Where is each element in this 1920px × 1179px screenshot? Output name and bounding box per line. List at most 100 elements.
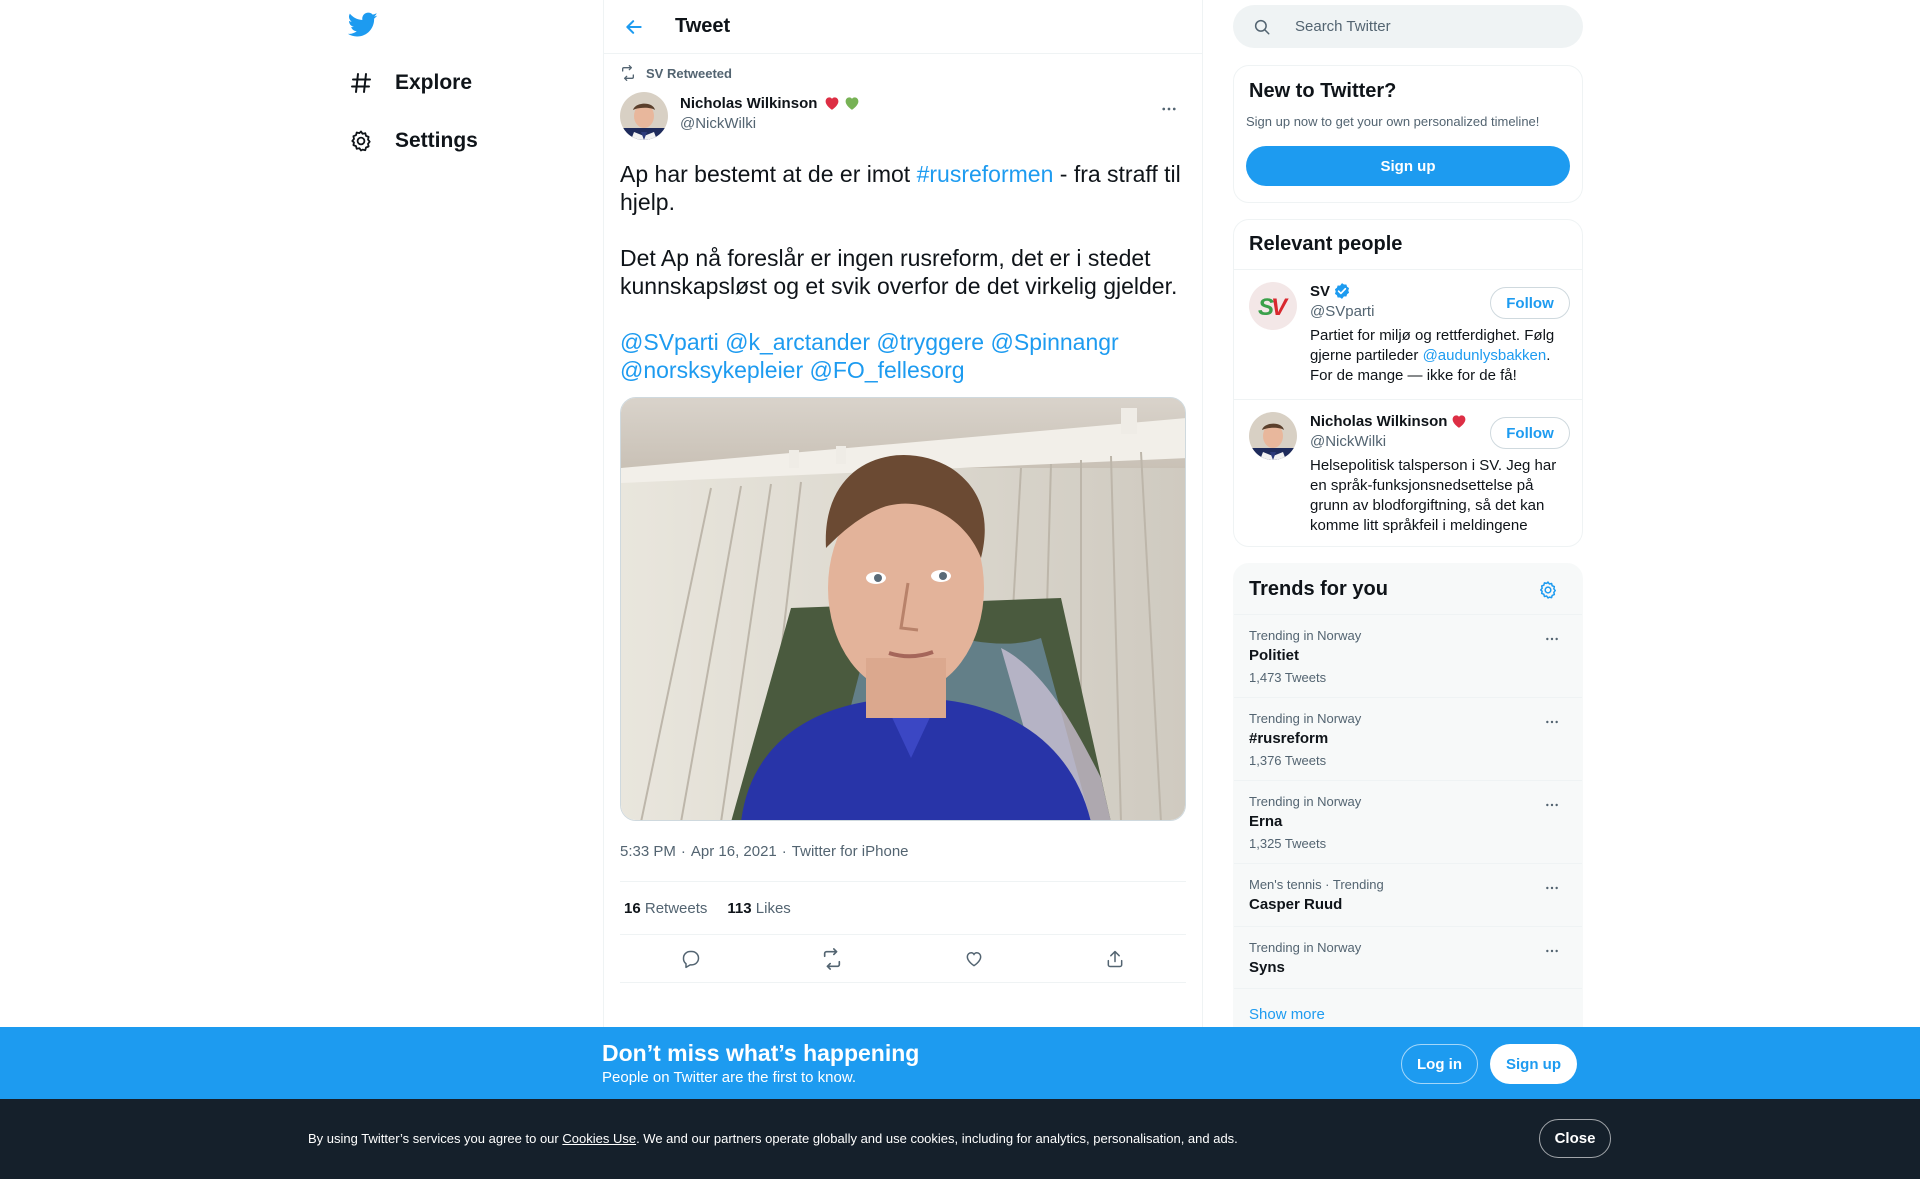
cookies-use-link[interactable]: Cookies Use — [562, 1131, 636, 1146]
retweets-label: Retweets — [644, 899, 708, 917]
search-icon — [1253, 18, 1271, 36]
likes-stat[interactable]: 113 Likes — [727, 900, 790, 917]
retweet-icon[interactable] — [814, 941, 850, 977]
search-input[interactable] — [1295, 18, 1555, 35]
trend-name: Syns — [1249, 959, 1285, 976]
tweet-source[interactable]: Twitter for iPhone — [792, 843, 909, 865]
more-options-icon[interactable] — [1152, 92, 1186, 126]
tweet-meta: 5:33 PM · Apr 16, 2021 · Twitter for iPh… — [620, 843, 1186, 865]
sidebar-signup-button[interactable]: Sign up — [1246, 146, 1570, 186]
person-name: SV — [1310, 282, 1331, 300]
person-item[interactable]: SV SV @SVparti Follow Partiet for miljø … — [1234, 269, 1582, 399]
relevant-people-title: Relevant people — [1249, 233, 1403, 255]
mention-link[interactable]: @norsksykepleier — [620, 357, 803, 383]
login-button[interactable]: Log in — [1401, 1044, 1478, 1084]
tweet-date[interactable]: Apr 16, 2021 — [691, 843, 777, 865]
bio-mention-link[interactable]: @audunlysbakken — [1423, 347, 1547, 364]
trend-item[interactable]: Trending in Norway #rusreform 1,376 Twee… — [1234, 697, 1582, 780]
tweet-stats: 16 Retweets 113 Likes — [620, 881, 1186, 935]
cookie-close-button[interactable]: Close — [1539, 1119, 1611, 1158]
trend-category: Trending in Norway — [1249, 940, 1362, 955]
follow-button[interactable]: Follow — [1490, 287, 1570, 319]
trends-settings-gear-icon[interactable] — [1536, 578, 1560, 602]
twitter-logo-icon[interactable] — [347, 12, 380, 40]
retweeted-by-label: SV Retweeted — [646, 65, 732, 81]
mention-link[interactable]: @Spinnangr — [991, 329, 1119, 355]
person-avatar[interactable] — [1249, 412, 1297, 460]
trend-item[interactable]: Trending in Norway Erna 1,325 Tweets — [1234, 780, 1582, 863]
tweet-text-part: Ap har bestemt at de er imot — [620, 161, 917, 187]
share-icon[interactable] — [1097, 941, 1133, 977]
author-avatar[interactable] — [620, 92, 668, 140]
verified-badge-icon — [1333, 282, 1351, 300]
tweet: SV Retweeted Nicholas Wilkinson @NickWil… — [604, 54, 1202, 983]
relevant-people-card: Relevant people SV SV @SVparti Follow Pa… — [1233, 219, 1583, 547]
hashtag-icon — [348, 70, 374, 96]
more-options-icon[interactable] — [1538, 708, 1566, 736]
likes-label: Likes — [755, 899, 791, 917]
hashtag-link[interactable]: #rusreformen — [917, 161, 1054, 187]
person-handle: @NickWilki — [1310, 433, 1387, 450]
trend-category: Men's tennis · Trending — [1249, 877, 1384, 892]
back-arrow-icon[interactable] — [616, 9, 652, 45]
banner-title: Don’t miss what’s happening — [602, 1040, 920, 1066]
mention-link[interactable]: @tryggere — [876, 329, 984, 355]
reply-icon[interactable] — [673, 941, 709, 977]
tweet-author: Nicholas Wilkinson @NickWilki — [620, 92, 1186, 146]
more-options-icon[interactable] — [1538, 874, 1566, 902]
trends-title: Trends for you — [1249, 578, 1388, 600]
svg-text:V: V — [1271, 294, 1289, 321]
trend-item[interactable]: Trending in Norway Politiet 1,473 Tweets — [1234, 614, 1582, 697]
retweets-stat[interactable]: 16 Retweets — [624, 900, 707, 917]
meta-separator: · — [781, 843, 787, 860]
search-box[interactable] — [1233, 5, 1583, 48]
main-column: Tweet SV Retweeted Nicholas Wilkinson @N… — [603, 0, 1203, 1179]
nav-explore-label: Explore — [395, 71, 473, 94]
tweet-photo[interactable] — [620, 397, 1186, 821]
like-heart-icon[interactable] — [956, 941, 992, 977]
author-info: Nicholas Wilkinson @NickWilki — [680, 92, 861, 146]
likes-count: 113 — [727, 899, 752, 917]
person-item[interactable]: Nicholas Wilkinson @NickWilki Follow Hel… — [1234, 399, 1582, 546]
more-options-icon[interactable] — [1538, 937, 1566, 965]
show-more-link[interactable]: Show more — [1249, 1006, 1325, 1023]
nav-settings[interactable]: Settings — [348, 121, 478, 161]
tweet-time[interactable]: 5:33 PM — [620, 843, 676, 865]
trend-count: 1,376 Tweets — [1249, 753, 1327, 768]
cookie-text-part: . We and our partners operate globally a… — [636, 1131, 1238, 1146]
trend-name: Politiet — [1249, 647, 1300, 664]
mention-link[interactable]: @SVparti — [620, 329, 719, 355]
author-name-row[interactable]: Nicholas Wilkinson — [680, 92, 861, 114]
person-bio: Helsepolitisk talsperson i SV. Jeg har e… — [1310, 457, 1557, 534]
signup-banner: Don’t miss what’s happening People on Tw… — [0, 1027, 1920, 1099]
author-handle[interactable]: @NickWilki — [680, 115, 861, 132]
retweeted-by[interactable]: SV Retweeted — [620, 54, 1186, 92]
trend-name: Erna — [1249, 813, 1283, 830]
tweet-actions — [620, 935, 1186, 983]
retweets-count: 16 — [624, 899, 641, 917]
trend-item[interactable]: Trending in Norway Syns — [1234, 926, 1582, 989]
new-to-twitter-card: New to Twitter? Sign up now to get your … — [1233, 65, 1583, 203]
trend-category: Trending in Norway — [1249, 628, 1362, 643]
cookie-text: By using Twitter’s services you agree to… — [308, 1131, 1238, 1146]
green-heart-emoji — [843, 94, 861, 112]
tweet-header: Tweet — [604, 0, 1202, 54]
more-options-icon[interactable] — [1538, 791, 1566, 819]
trends-card: Trends for you Trending in Norway Politi… — [1233, 563, 1583, 1043]
follow-button[interactable]: Follow — [1490, 417, 1570, 449]
person-bio: Partiet for miljø og rettferdighet. Følg… — [1310, 326, 1560, 386]
red-heart-emoji — [1450, 412, 1468, 430]
app: Explore Settings Tweet SV Retweeted Nich… — [0, 0, 1920, 1179]
person-name-row: SV — [1310, 282, 1351, 300]
more-options-icon[interactable] — [1538, 625, 1566, 653]
trend-name: Casper Ruud — [1249, 896, 1343, 913]
trend-item[interactable]: Men's tennis · Trending Casper Ruud — [1234, 863, 1582, 926]
tweet-paragraph-2: Det Ap nå foreslår er ingen rusreform, d… — [620, 245, 1178, 299]
mention-link[interactable]: @FO_fellesorg — [810, 357, 965, 383]
sv-avatar[interactable]: SV — [1249, 282, 1297, 330]
mention-link[interactable]: @k_arctander — [725, 329, 870, 355]
trend-count: 1,325 Tweets — [1249, 836, 1327, 851]
nav-explore[interactable]: Explore — [348, 63, 472, 103]
signup-button[interactable]: Sign up — [1490, 1044, 1577, 1084]
person-name: Nicholas Wilkinson — [1310, 412, 1448, 430]
